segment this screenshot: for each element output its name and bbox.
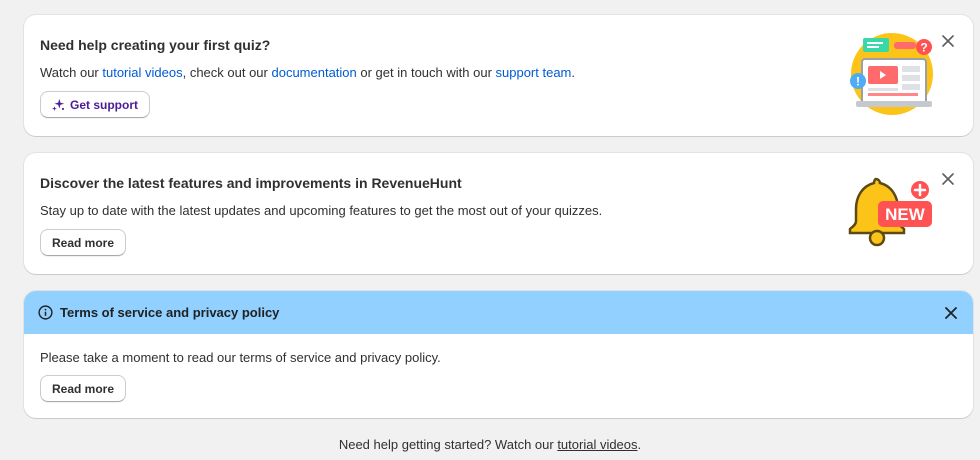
features-text: Stay up to date with the latest updates …: [40, 203, 603, 218]
terms-banner-header: Terms of service and privacy policy: [24, 291, 973, 334]
close-icon: [945, 307, 957, 319]
svg-text:!: !: [856, 75, 860, 89]
quiz-help-text: Watch our tutorial videos, check out our…: [40, 65, 575, 80]
terms-banner: Terms of service and privacy policy Plea…: [24, 291, 973, 418]
quiz-help-title: Need help creating your first quiz?: [40, 37, 271, 53]
close-icon: [942, 35, 954, 47]
tutorial-videos-link[interactable]: tutorial videos: [102, 65, 182, 80]
quiz-help-text-1: Watch our: [40, 65, 103, 80]
sparkle-icon: [52, 98, 65, 111]
info-icon: [38, 305, 53, 320]
footer-text: Need help getting started? Watch our: [338, 437, 558, 452]
support-team-link[interactable]: support team: [496, 65, 572, 80]
quiz-help-text-4: .: [571, 65, 576, 80]
tutorial-illustration: ? !: [850, 33, 933, 115]
new-bell-illustration: NEW: [848, 177, 932, 247]
documentation-link[interactable]: documentation: [271, 65, 356, 80]
close-icon: [942, 173, 954, 185]
features-read-more-label: Read more: [52, 235, 115, 250]
quiz-help-text-2: , check out our: [182, 65, 272, 80]
terms-title: Terms of service and privacy policy: [60, 305, 280, 320]
new-badge-text: NEW: [885, 205, 926, 224]
close-quiz-help-button[interactable]: [938, 31, 958, 51]
quiz-help-card: Need help creating your first quiz? Watc…: [24, 15, 973, 136]
features-read-more-button[interactable]: Read more: [40, 229, 127, 256]
get-support-label: Get support: [70, 97, 138, 112]
quiz-help-text-3: or get in touch with our: [356, 65, 496, 80]
terms-text: Please take a moment to read our terms o…: [40, 350, 441, 365]
terms-read-more-label: Read more: [52, 381, 115, 396]
close-features-button[interactable]: [938, 169, 958, 189]
footer-tutorial-videos-link[interactable]: tutorial videos: [557, 437, 637, 452]
close-terms-button[interactable]: [941, 303, 961, 323]
terms-read-more-button[interactable]: Read more: [40, 375, 127, 402]
features-title: Discover the latest features and improve…: [40, 175, 462, 191]
get-support-button[interactable]: Get support: [40, 91, 150, 118]
footer-suffix: .: [637, 437, 642, 452]
footer-help-text: Need help getting started? Watch our tut…: [0, 437, 980, 452]
svg-text:?: ?: [920, 41, 927, 55]
features-card: Discover the latest features and improve…: [24, 153, 973, 274]
